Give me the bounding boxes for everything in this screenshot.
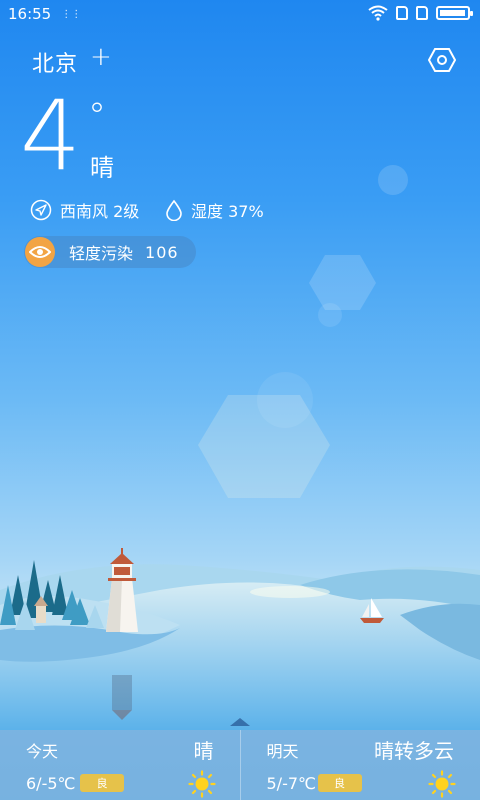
forecast-day: 明天 xyxy=(266,742,299,761)
degree-symbol: ° xyxy=(88,96,106,137)
status-time: 16:55 xyxy=(8,5,52,23)
forecast-condition: 晴转多云 xyxy=(374,739,454,763)
forecast-day: 今天 xyxy=(26,742,59,761)
expand-up-icon[interactable] xyxy=(227,712,253,730)
air-quality-pill[interactable]: 轻度污染 106 xyxy=(24,236,196,268)
notification-icon: ⋮⋮ xyxy=(61,8,82,20)
wind-direction-icon xyxy=(30,199,52,221)
add-city-button[interactable]: + xyxy=(90,42,112,72)
forecast-condition: 晴 xyxy=(193,739,214,763)
battery-level xyxy=(440,10,465,16)
forecast-tomorrow[interactable]: 明天 晴转多云 5/-7℃ 良 xyxy=(239,730,480,800)
wind-text: 西南风 2级 xyxy=(60,202,140,221)
aqi-value: 106 xyxy=(145,242,179,262)
wind-info: 西南风 2级 xyxy=(30,198,139,222)
forecast-temperature: 5/-7℃ xyxy=(266,774,317,793)
aqi-badge: 良 xyxy=(80,774,124,792)
forecast-temperature: 6/-5℃ xyxy=(26,774,76,793)
forecast-bar: 今天 晴 6/-5℃ 良 明天 晴转多云 5/-7℃ 良 xyxy=(0,730,480,800)
lighthouse-landscape xyxy=(0,548,480,730)
current-temperature: 4 xyxy=(20,80,81,192)
sim-card-icon xyxy=(396,6,408,20)
city-name[interactable]: 北京 xyxy=(32,46,78,78)
aqi-label: 轻度污染 xyxy=(69,244,134,263)
forecast-today[interactable]: 今天 晴 6/-5℃ 良 xyxy=(0,730,240,800)
sim-card-2-icon xyxy=(416,6,428,20)
humidity-text: 湿度 37% xyxy=(191,202,264,221)
wifi-icon xyxy=(368,5,388,21)
humidity-info: 湿度 37% xyxy=(165,198,264,222)
status-bar: 16:55 ⋮⋮ xyxy=(0,0,480,28)
status-icons xyxy=(368,5,473,21)
aqi-face-icon xyxy=(25,237,55,267)
current-condition: 晴 xyxy=(90,154,114,182)
settings-icon[interactable] xyxy=(428,47,456,73)
sun-icon xyxy=(428,770,456,798)
battery-icon xyxy=(436,6,473,20)
water-drop-icon xyxy=(166,199,182,221)
aqi-badge: 良 xyxy=(317,774,362,792)
sun-icon xyxy=(187,770,216,798)
